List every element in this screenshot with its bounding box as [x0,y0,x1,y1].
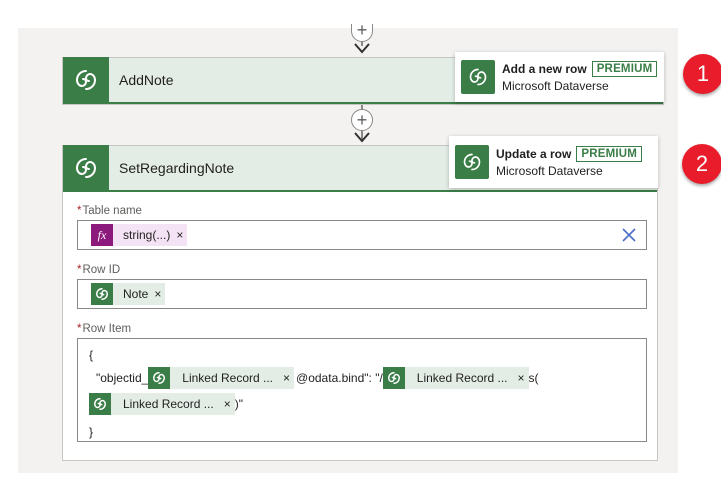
remove-token-icon[interactable]: × [224,397,235,411]
code-line-3: Linked Record ... × )" [89,393,243,415]
table-name-label: *Table name [77,205,142,217]
dataverse-icon [63,57,109,103]
dynamic-content-token[interactable]: Note × [91,283,166,305]
remove-token-icon[interactable]: × [176,228,187,242]
table-name-field[interactable]: fx string(...) × [77,220,647,250]
connector-name: Microsoft Dataverse [496,164,603,178]
row-item-label: *Row Item [77,323,132,335]
action-name: Update a row [496,147,572,161]
callout-badge-2: 2 [682,144,721,184]
dataverse-icon [89,393,111,415]
add-icon: + [356,110,368,130]
remove-token-icon[interactable]: × [518,371,529,385]
dynamic-content-token[interactable]: Linked Record ... × [148,367,295,389]
dataverse-icon [455,145,489,179]
dataverse-icon [91,283,113,305]
remove-token-icon[interactable]: × [154,287,165,301]
step-title: SetRegardingNote [119,160,235,176]
dataverse-icon [148,367,171,389]
action-name: Add a new row [502,62,587,76]
step-title: AddNote [119,72,174,88]
code-line-close-brace: } [89,425,94,439]
arrow-down-icon [354,132,370,143]
row-item-field[interactable]: { "objectid_ Linked Record ... × @odata.… [77,338,647,442]
dynamic-content-token[interactable]: Linked Record ... × [89,393,235,415]
dynamic-content-token[interactable]: Linked Record ... × [382,367,529,389]
premium-badge: PREMIUM [591,61,658,77]
close-icon[interactable] [622,227,636,245]
connector-name: Microsoft Dataverse [502,79,609,93]
dataverse-icon [63,145,109,191]
code-line-open-brace: { [89,348,94,362]
arrow-down-icon [354,43,370,54]
code-line-2: "objectid_ Linked Record ... × @odata.bi… [96,367,539,389]
callout-badge-1: 1 [683,54,721,94]
dataverse-icon [461,60,495,94]
expression-icon: fx [91,224,113,246]
add-icon: + [356,19,368,40]
insert-step-button[interactable]: + [351,109,373,131]
connector-tooltip-setregardingnote: Update a row PREMIUM Microsoft Dataverse [449,136,658,188]
dataverse-icon [382,367,405,389]
remove-token-icon[interactable]: × [283,371,294,385]
premium-badge: PREMIUM [576,146,643,162]
expression-token[interactable]: fx string(...) × [91,224,188,246]
connector-tooltip-addnote: Add a new row PREMIUM Microsoft Datavers… [455,52,664,102]
row-id-label: *Row ID [77,264,121,276]
row-id-field[interactable]: Note × [77,279,647,309]
